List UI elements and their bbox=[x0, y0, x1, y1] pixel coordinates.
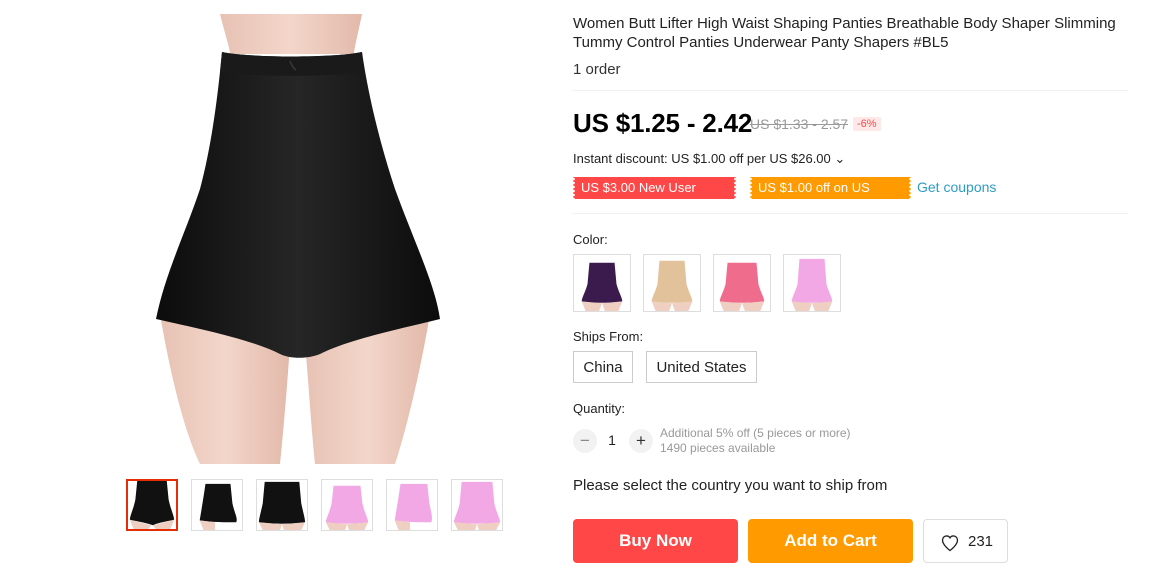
thumbnail-1[interactable] bbox=[126, 479, 178, 531]
get-coupons-link[interactable]: Get coupons bbox=[917, 179, 996, 195]
new-user-coupon[interactable]: US $3.00 New User Coupon bbox=[572, 177, 737, 217]
quantity-value[interactable]: 1 bbox=[600, 432, 624, 448]
heart-icon bbox=[941, 535, 959, 552]
thumbnail-4[interactable] bbox=[321, 479, 373, 531]
thumbnail-5[interactable] bbox=[386, 479, 438, 531]
color-swatch-rose[interactable] bbox=[713, 254, 771, 312]
divider bbox=[573, 90, 1128, 91]
color-swatch-purple[interactable] bbox=[573, 254, 631, 312]
wishlist-count: 231 bbox=[968, 533, 994, 550]
quantity-increase-button[interactable]: + bbox=[629, 429, 653, 453]
instant-discount[interactable]: Instant discount: US $1.00 off per US $2… bbox=[573, 151, 845, 167]
quantity-decrease-button[interactable]: − bbox=[573, 429, 597, 453]
wishlist-button[interactable]: 231 bbox=[923, 519, 1008, 563]
ship-country-prompt: Please select the country you want to sh… bbox=[573, 477, 888, 494]
ship-from-china[interactable]: China bbox=[573, 351, 633, 383]
color-label: Color: bbox=[573, 232, 608, 247]
ship-from-united-states[interactable]: United States bbox=[646, 351, 757, 383]
buy-now-button[interactable]: Buy Now bbox=[573, 519, 738, 563]
thumbnail-2[interactable] bbox=[191, 479, 243, 531]
stock-available: 1490 pieces available bbox=[660, 441, 776, 455]
thumbnail-3[interactable] bbox=[256, 479, 308, 531]
price: US $1.25 - 2.42 bbox=[573, 108, 753, 138]
color-swatch-beige[interactable] bbox=[643, 254, 701, 312]
new-user-coupon-label: US $3.00 New User Coupon bbox=[581, 180, 696, 217]
store-coupon[interactable]: US $1.00 off on US $20.00 bbox=[749, 177, 912, 217]
ships-from-label: Ships From: bbox=[573, 329, 644, 344]
product-title: Women Butt Lifter High Waist Shaping Pan… bbox=[573, 15, 1116, 51]
order-count: 1 order bbox=[573, 61, 621, 78]
add-to-cart-button[interactable]: Add to Cart bbox=[748, 519, 913, 563]
store-coupon-label: US $1.00 off on US $20.00 bbox=[758, 180, 870, 217]
discount-badge: -6% bbox=[853, 117, 881, 131]
quantity-info: Additional 5% off (5 pieces or more) 149… bbox=[660, 426, 851, 456]
product-photo bbox=[156, 14, 440, 464]
color-swatch-pink[interactable] bbox=[783, 254, 841, 312]
bulk-discount-note: Additional 5% off (5 pieces or more) bbox=[660, 426, 851, 440]
thumbnail-6[interactable] bbox=[451, 479, 503, 531]
quantity-label: Quantity: bbox=[573, 401, 626, 416]
divider bbox=[573, 213, 1128, 214]
main-product-image bbox=[130, 14, 453, 464]
thumbnail-strip bbox=[126, 479, 506, 533]
original-price: US $1.33 - 2.57 bbox=[750, 116, 849, 132]
